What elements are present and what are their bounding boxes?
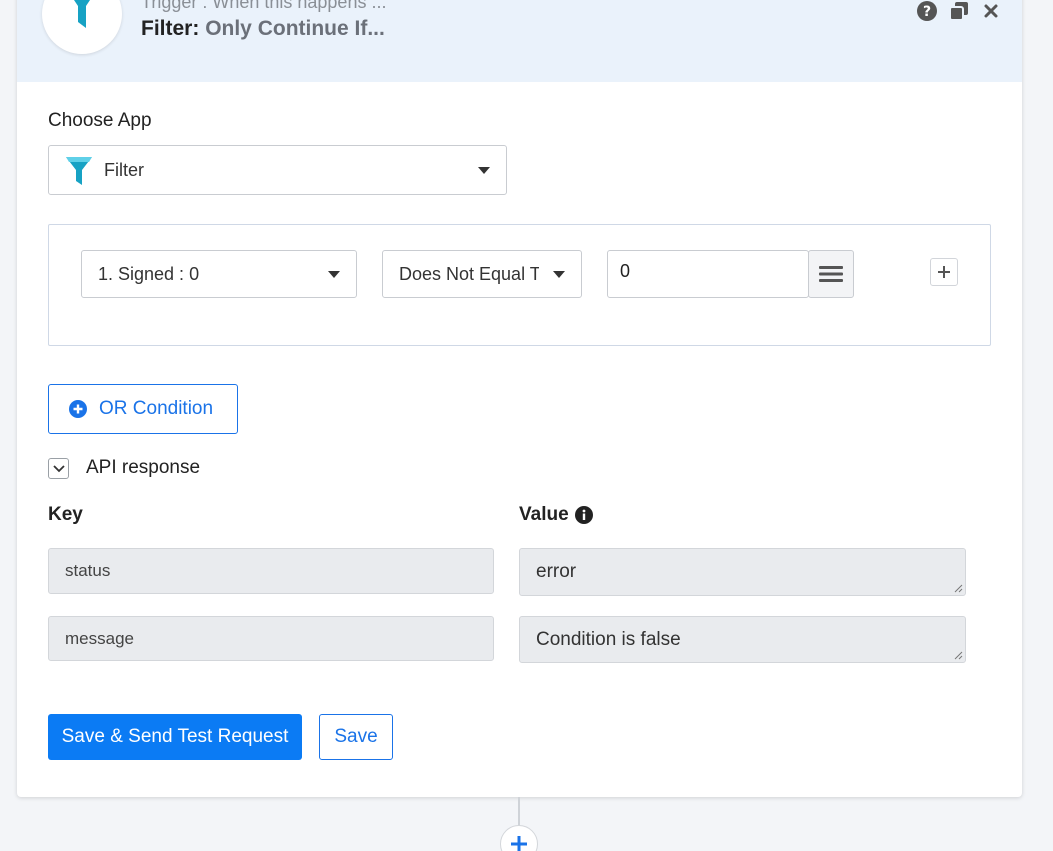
- condition-value-input[interactable]: 0: [607, 250, 809, 298]
- app-logo: [42, 0, 122, 54]
- plus-circle-icon: [69, 400, 87, 418]
- condition-field-select[interactable]: 1. Signed : 0: [81, 250, 357, 298]
- filter-icon: [66, 157, 92, 185]
- plus-icon: [938, 266, 950, 278]
- response-key-text: message: [65, 628, 134, 648]
- header-actions: ?: [916, 0, 1002, 22]
- condition-operator-select[interactable]: Does Not Equal To: [382, 250, 582, 298]
- filter-icon: [74, 0, 90, 28]
- step-connector: [518, 797, 520, 827]
- save-button[interactable]: Save: [319, 714, 393, 760]
- close-icon[interactable]: [980, 0, 1002, 22]
- add-and-condition-button[interactable]: [930, 258, 958, 286]
- chevron-down-icon: [52, 464, 65, 472]
- api-response-label: API response: [86, 457, 201, 478]
- choose-app-label: Choose App: [48, 110, 152, 131]
- hamburger-icon: [819, 266, 843, 282]
- value-column-label: Value: [519, 504, 569, 525]
- step-title-label: Filter:: [141, 17, 200, 40]
- api-response-toggle[interactable]: [48, 458, 69, 479]
- resize-handle-icon[interactable]: [953, 650, 963, 660]
- response-key-field: status: [48, 548, 494, 594]
- step-header: Trigger : When this happens ... Filter: …: [17, 0, 1022, 82]
- save-send-test-button[interactable]: Save & Send Test Request: [48, 714, 302, 760]
- caret-down-icon: [328, 271, 340, 278]
- or-condition-label: OR Condition: [99, 398, 214, 419]
- condition-value-text: 0: [620, 261, 631, 281]
- insert-field-button[interactable]: [808, 250, 854, 298]
- caret-down-icon: [553, 271, 565, 278]
- info-icon[interactable]: [574, 506, 593, 524]
- condition-operator-value: Does Not Equal To: [399, 263, 539, 284]
- help-icon[interactable]: ?: [916, 0, 938, 22]
- key-column-header: Key: [48, 504, 83, 525]
- value-column-header: Value: [519, 504, 593, 526]
- response-value-text: Condition is false: [536, 628, 681, 650]
- response-value-field[interactable]: Condition is false: [519, 616, 966, 663]
- response-key-field: message: [48, 616, 494, 661]
- action-step-card: Trigger : When this happens ... Filter: …: [17, 0, 1022, 797]
- response-value-field[interactable]: error: [519, 548, 966, 596]
- svg-text:?: ?: [923, 4, 931, 20]
- response-key-text: status: [65, 561, 111, 580]
- add-step-button[interactable]: [500, 825, 538, 851]
- caret-down-icon: [478, 167, 490, 174]
- app-select[interactable]: Filter: [48, 145, 507, 195]
- plus-icon: [511, 836, 527, 851]
- step-title-value: Only Continue If...: [205, 17, 385, 40]
- trigger-summary: Trigger : When this happens ...: [141, 0, 387, 12]
- step-title: Filter: Only Continue If...: [141, 17, 385, 41]
- or-condition-button[interactable]: OR Condition: [48, 384, 238, 434]
- condition-field-value: 1. Signed : 0: [98, 263, 200, 284]
- filter-condition-group: 1. Signed : 0 Does Not Equal To 0: [48, 224, 991, 346]
- app-select-value: Filter: [104, 159, 144, 180]
- copy-icon[interactable]: [948, 0, 970, 22]
- response-value-text: error: [536, 561, 577, 582]
- resize-handle-icon[interactable]: [953, 583, 963, 593]
